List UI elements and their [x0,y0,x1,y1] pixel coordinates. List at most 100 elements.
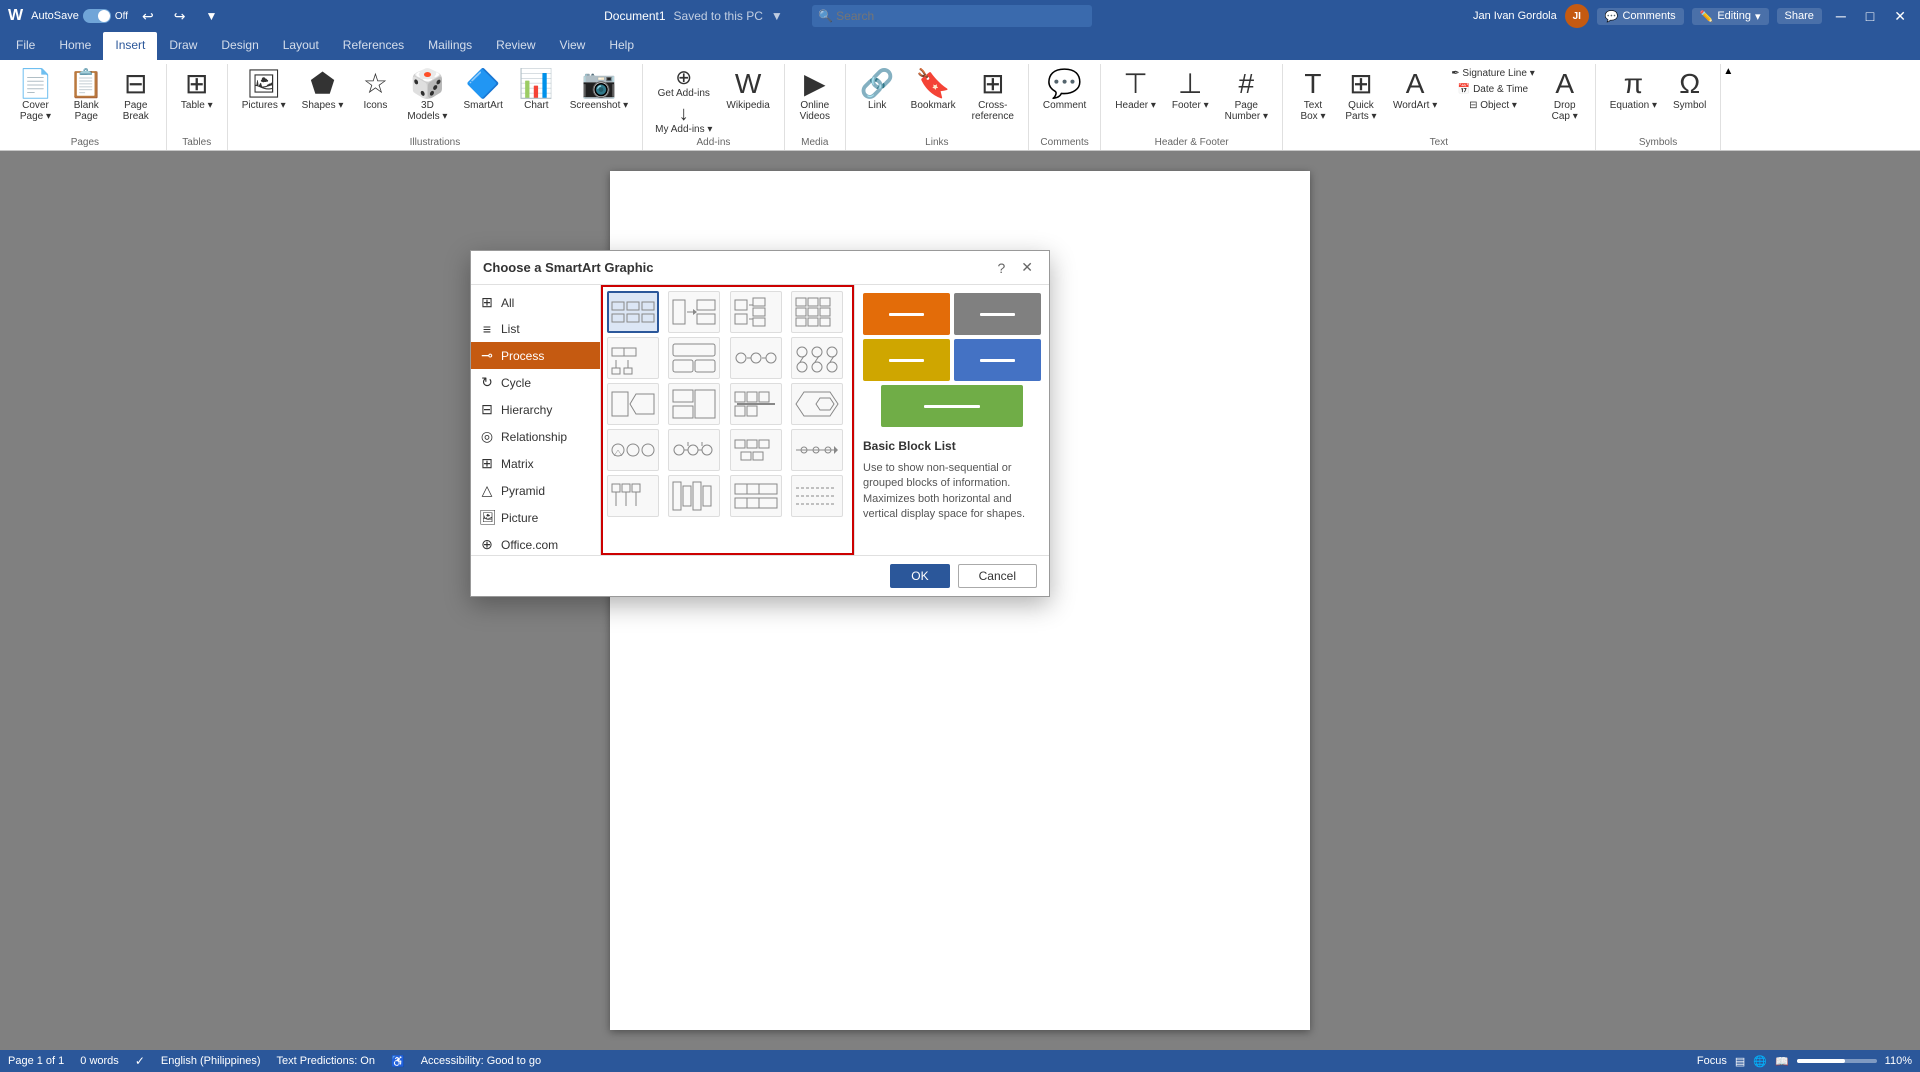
header-button[interactable]: ⊤ Header ▾ [1109,66,1162,115]
graphic-preview: Basic Block List Use to show non-sequent… [854,285,1049,555]
footer-icon: ⊥ [1178,70,1202,98]
minimize-button[interactable]: ─ [1830,8,1852,24]
date-time-button[interactable]: 📅 Date & Time [1447,82,1538,97]
read-mode-icon[interactable]: 📖 [1775,1055,1789,1068]
redo-button[interactable]: ↪ [168,8,192,25]
graphic-item-8[interactable] [791,337,843,379]
graphic-item-1[interactable] [607,291,659,333]
pictures-button[interactable]: 🖼 Pictures ▾ [236,66,292,115]
print-layout-icon[interactable]: ▤ [1735,1055,1745,1068]
share-button[interactable]: Share [1777,8,1822,24]
tab-design[interactable]: Design [209,32,270,60]
cancel-button[interactable]: Cancel [958,564,1037,588]
screenshot-button[interactable]: 📷 Screenshot ▾ [564,66,634,115]
category-hierarchy[interactable]: ⊟ Hierarchy [471,396,600,423]
tab-view[interactable]: View [548,32,598,60]
autosave-pill[interactable] [83,9,111,23]
get-addins-button[interactable]: ⊕ Get Add-ins [651,66,716,101]
editing-button[interactable]: ✏️ Editing ▾ [1692,8,1769,25]
graphic-item-11[interactable] [730,383,782,425]
category-process[interactable]: ⊸ Process [471,342,600,369]
quick-parts-icon: ⊞ [1349,70,1372,98]
avatar[interactable]: JI [1565,4,1589,28]
graphic-item-16[interactable] [791,429,843,471]
graphic-item-15[interactable] [730,429,782,471]
tab-mailings[interactable]: Mailings [416,32,484,60]
tab-references[interactable]: References [331,32,416,60]
signature-line-button[interactable]: ✒ Signature Line ▾ [1447,66,1538,81]
graphic-item-20[interactable] [791,475,843,517]
category-picture[interactable]: 🖼 Picture [471,504,600,531]
graphic-item-14[interactable] [668,429,720,471]
category-relationship[interactable]: ◎ Relationship [471,423,600,450]
dialog-close-button[interactable]: ✕ [1017,259,1037,276]
tab-help[interactable]: Help [597,32,646,60]
smartart-button[interactable]: 🔷 SmartArt [457,66,508,115]
graphic-item-10[interactable] [668,383,720,425]
graphic-item-19[interactable] [730,475,782,517]
wordart-button[interactable]: A WordArt ▾ [1387,66,1443,115]
category-cycle[interactable]: ↻ Cycle [471,369,600,396]
graphic-item-9[interactable] [607,383,659,425]
tab-file[interactable]: File [4,32,47,60]
bookmark-button[interactable]: 🔖 Bookmark [905,66,962,115]
my-addins-button[interactable]: ↓ My Add-ins ▾ [651,102,716,137]
category-all[interactable]: ⊞ All [471,289,600,316]
tab-home[interactable]: Home [47,32,103,60]
comment-button[interactable]: 💬 Comment [1037,66,1092,115]
category-pyramid[interactable]: △ Pyramid [471,477,600,504]
page-number-button[interactable]: # PageNumber ▾ [1219,66,1274,126]
graphic-item-13[interactable] [607,429,659,471]
close-button[interactable]: ✕ [1888,8,1912,25]
graphic-item-18[interactable] [668,475,720,517]
ribbon-collapse[interactable]: ▲ [1721,64,1735,150]
dialog-help-button[interactable]: ? [993,259,1009,276]
symbol-button[interactable]: Ω Symbol [1667,66,1712,115]
category-office[interactable]: ⊕ Office.com [471,531,600,555]
quick-parts-button[interactable]: ⊞ QuickParts ▾ [1339,66,1383,126]
tab-insert[interactable]: Insert [103,32,157,60]
category-matrix[interactable]: ⊞ Matrix [471,450,600,477]
search-input[interactable] [812,5,1092,27]
maximize-button[interactable]: □ [1860,8,1880,24]
graphic-item-17[interactable] [607,475,659,517]
graphic-item-4[interactable] [791,291,843,333]
graphic-item-2[interactable] [668,291,720,333]
tab-review[interactable]: Review [484,32,547,60]
wikipedia-button[interactable]: W Wikipedia [720,66,775,115]
web-layout-icon[interactable]: 🌐 [1753,1055,1767,1068]
autosave-toggle[interactable]: AutoSave Off [31,9,128,23]
online-videos-button[interactable]: ▶ OnlineVideos [793,66,837,126]
link-button[interactable]: 🔗 Link [854,66,901,115]
collapse-icon[interactable]: ▲ [1723,66,1733,77]
ribbon-group-pages: 📄 CoverPage ▾ 📋 BlankPage ⊟ PageBreak Pa… [4,64,167,150]
shapes-button[interactable]: ⬟ Shapes ▾ [296,66,350,115]
table-button[interactable]: ⊞ Table ▾ [175,66,219,115]
graphic-item-7[interactable] [730,337,782,379]
drop-cap-button[interactable]: A DropCap ▾ [1543,66,1587,126]
blank-page-button[interactable]: 📋 BlankPage [63,66,110,126]
undo-button[interactable]: ↩ [136,8,160,25]
equation-button[interactable]: π Equation ▾ [1604,66,1663,115]
text-box-button[interactable]: T TextBox ▾ [1291,66,1335,126]
cross-reference-button[interactable]: ⊞ Cross-reference [966,66,1020,126]
footer-button[interactable]: ⊥ Footer ▾ [1166,66,1215,115]
graphic-item-3[interactable] [730,291,782,333]
graphic-item-12[interactable] [791,383,843,425]
graphic-item-5[interactable] [607,337,659,379]
category-list[interactable]: ≡ List [471,316,600,342]
zoom-slider[interactable] [1797,1059,1877,1063]
tab-draw[interactable]: Draw [157,32,209,60]
ok-button[interactable]: OK [890,564,949,588]
page-break-button[interactable]: ⊟ PageBreak [114,66,158,126]
tab-layout[interactable]: Layout [271,32,331,60]
graphic-item-6[interactable] [668,337,720,379]
comments-button[interactable]: 💬 Comments [1597,8,1684,25]
3d-models-button[interactable]: 🎲 3DModels ▾ [401,66,453,126]
chart-button[interactable]: 📊 Chart [513,66,560,115]
icons-button[interactable]: ☆ Icons [353,66,397,115]
focus-button[interactable]: Focus [1697,1055,1727,1067]
customize-button[interactable]: ▼ [199,9,223,23]
cover-page-button[interactable]: 📄 CoverPage ▾ [12,66,59,126]
object-button[interactable]: ⊟ Object ▾ [1447,98,1538,113]
